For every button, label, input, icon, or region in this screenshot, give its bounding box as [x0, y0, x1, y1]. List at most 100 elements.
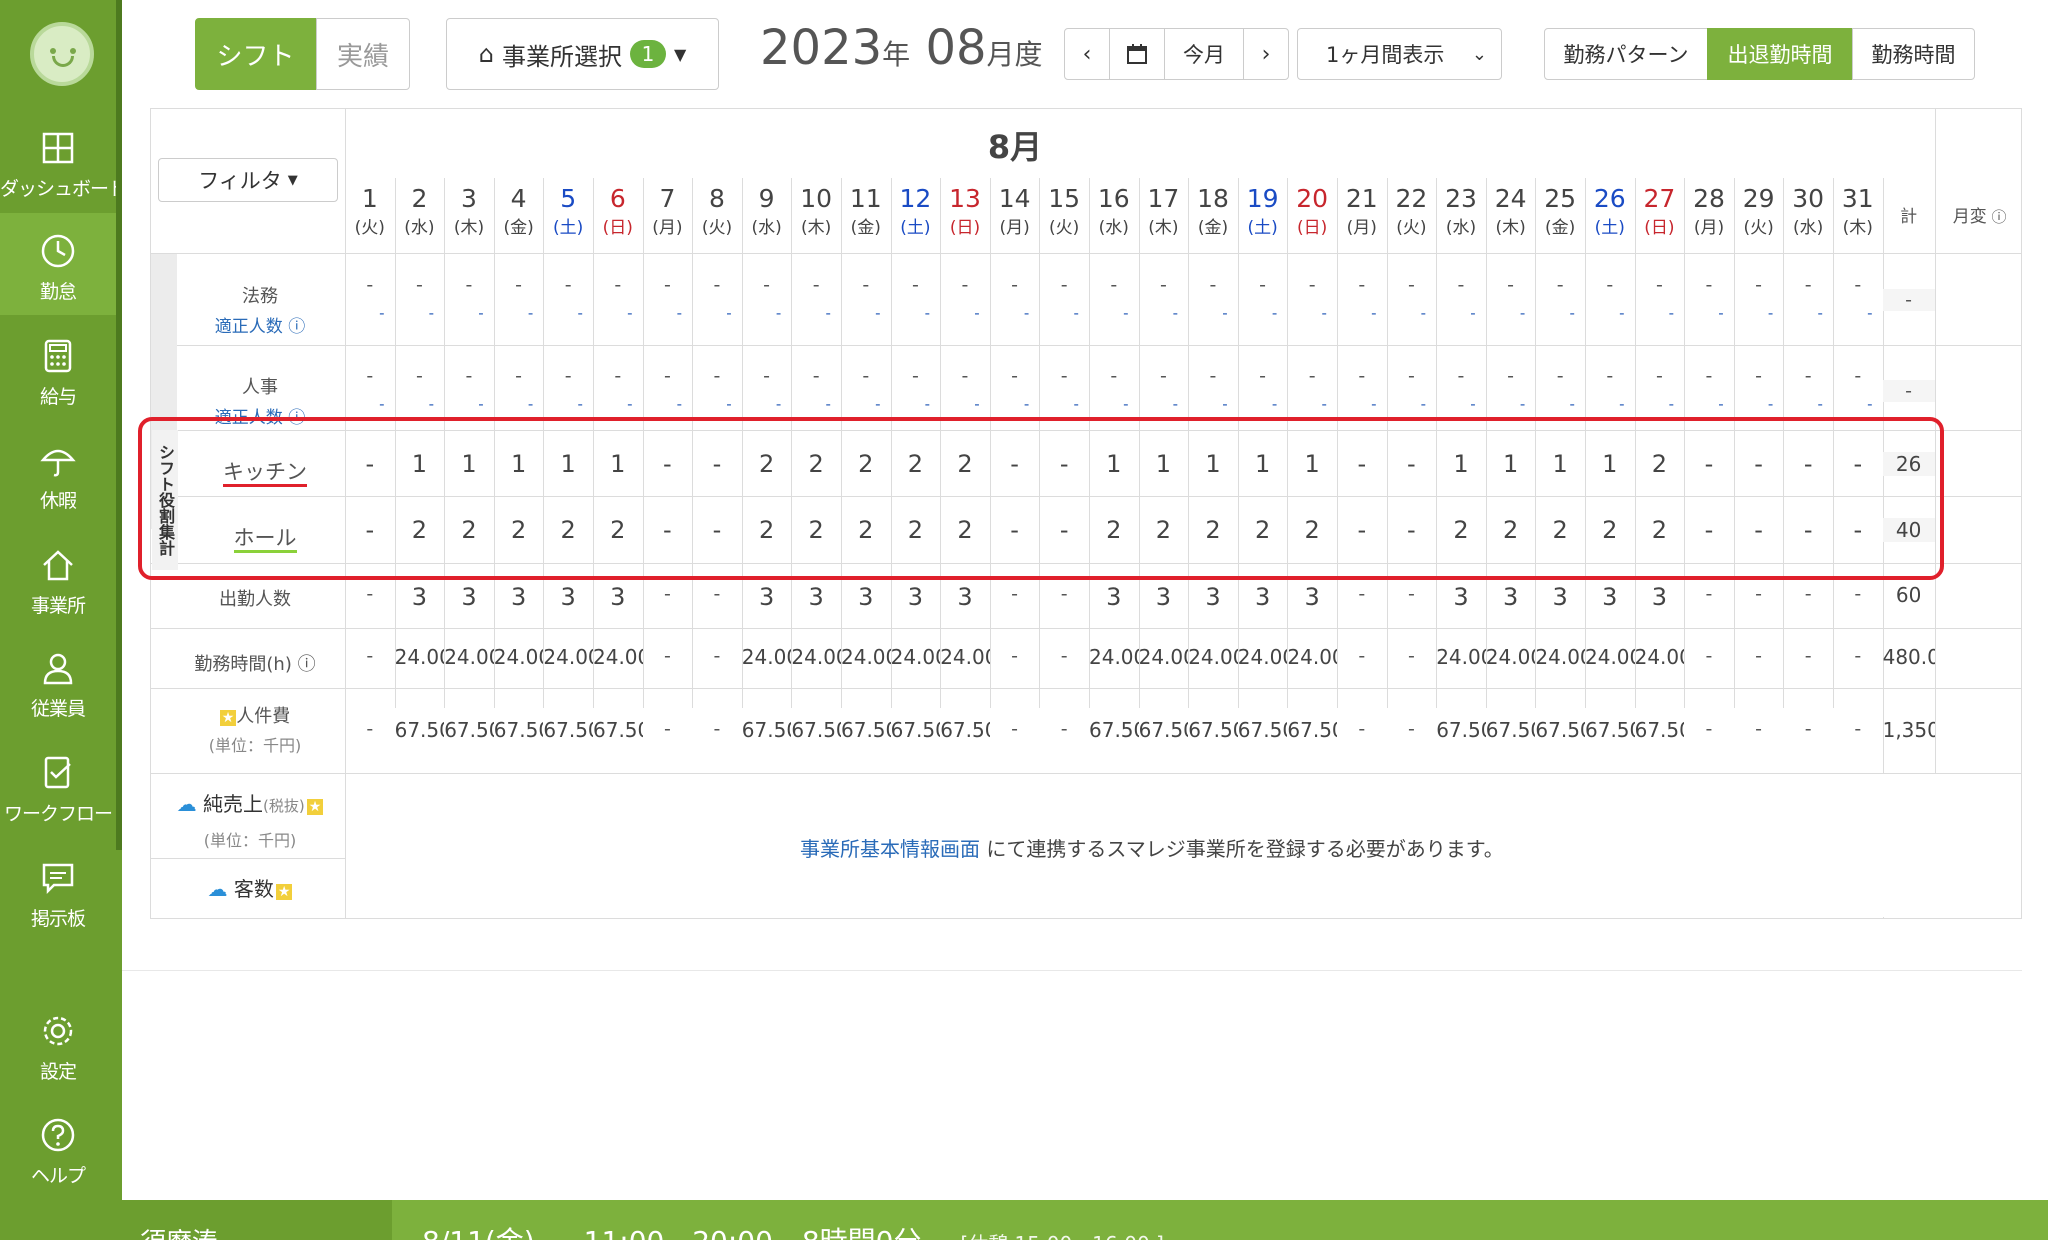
dept-cell[interactable]: -	[1783, 365, 1833, 387]
sidebar-item-checklist[interactable]: ワークフロー	[0, 735, 116, 837]
dept-cell[interactable]: -	[1833, 365, 1883, 387]
dept-cell[interactable]: -	[692, 274, 742, 296]
dept-cell[interactable]: -	[1684, 365, 1734, 387]
logo[interactable]	[30, 22, 94, 86]
sidebar-item-gear[interactable]: 設定	[0, 993, 116, 1095]
dept-cell[interactable]: -	[742, 274, 792, 296]
next-month-button[interactable]: ›	[1243, 28, 1289, 80]
dept-cell[interactable]: -	[1139, 365, 1189, 387]
dept-cell[interactable]: -	[1535, 365, 1585, 387]
dept-cell[interactable]: -	[1486, 274, 1536, 296]
summary-cell: -	[1060, 717, 1068, 740]
dept-row-label: 法務 適正人数 ⓘ	[214, 286, 306, 337]
dept-cell[interactable]: -	[395, 365, 445, 387]
dept-cell[interactable]: -	[643, 274, 693, 296]
dept-cell[interactable]: -	[891, 274, 941, 296]
dept-cell[interactable]: -	[1635, 365, 1685, 387]
sidebar-scrollbar[interactable]	[116, 0, 122, 850]
dept-cell[interactable]: -	[345, 365, 395, 387]
day-number: 2	[411, 184, 428, 213]
sidebar-item-calculator[interactable]: 給与	[0, 318, 116, 420]
dept-cell[interactable]: -	[593, 365, 643, 387]
sidebar-item-home[interactable]: 事業所	[0, 527, 116, 629]
dept-cell[interactable]: -	[841, 274, 891, 296]
work-hours-button[interactable]: 勤務時間	[1852, 28, 1975, 80]
sidebar-item-clock[interactable]: 勤怠	[0, 213, 116, 315]
dept-cell[interactable]: -	[494, 365, 544, 387]
dept-cell[interactable]: -	[990, 365, 1040, 387]
tab-shift[interactable]: シフト	[195, 18, 316, 90]
office-info-link[interactable]: 事業所基本情報画面	[800, 837, 980, 861]
dept-cell[interactable]: -	[841, 365, 891, 387]
work-pattern-button[interactable]: 勤務パターン	[1544, 28, 1708, 80]
office-select-dropdown[interactable]: ⌂ 事業所選択 1 ▼	[446, 18, 719, 90]
bottom-shift-bar[interactable]: 須磨湊 8/11(金) 11:00 - 20:00 8時間0分 [休憩 15:0…	[122, 1200, 2048, 1240]
sidebar-item-dashboard[interactable]: ダッシュボード	[0, 110, 127, 212]
dept-cell[interactable]: -	[1238, 365, 1288, 387]
dept-cell[interactable]: -	[692, 365, 742, 387]
dept-cell[interactable]: -	[1089, 274, 1139, 296]
dept-cell[interactable]: -	[543, 274, 593, 296]
dept-cell[interactable]: -	[791, 274, 841, 296]
dept-cell[interactable]: -	[1833, 274, 1883, 296]
dept-cell[interactable]: -	[1684, 274, 1734, 296]
dept-cell[interactable]: -	[1783, 274, 1833, 296]
dept-cell[interactable]: -	[1287, 365, 1337, 387]
dept-cell[interactable]: -	[1734, 274, 1784, 296]
range-select[interactable]: 1ヶ月間表示 ⌄	[1297, 28, 1502, 80]
dept-cell[interactable]: -	[543, 365, 593, 387]
dept-cell[interactable]: -	[1139, 274, 1189, 296]
dept-cell[interactable]: -	[444, 365, 494, 387]
summary-cell: -	[366, 717, 374, 740]
dept-cell[interactable]: -	[1387, 274, 1437, 296]
dept-cell[interactable]: -	[891, 365, 941, 387]
dept-cell[interactable]: -	[742, 365, 792, 387]
dept-cell[interactable]: -	[940, 365, 990, 387]
dept-cell[interactable]: -	[1585, 365, 1635, 387]
dept-cell[interactable]: -	[494, 274, 544, 296]
dept-cell[interactable]: -	[444, 274, 494, 296]
dept-cell[interactable]: -	[1188, 365, 1238, 387]
filter-button[interactable]: フィルタ ▼	[158, 158, 338, 202]
dept-cell[interactable]: -	[1585, 274, 1635, 296]
summary-cell: 24.00	[593, 645, 643, 669]
dept-cell[interactable]: -	[1337, 274, 1387, 296]
dept-cell[interactable]: -	[990, 274, 1040, 296]
dept-cell[interactable]: -	[1039, 365, 1089, 387]
prev-month-button[interactable]: ‹	[1064, 28, 1110, 80]
dept-cell[interactable]: -	[1486, 365, 1536, 387]
dept-cell[interactable]: -	[791, 365, 841, 387]
dept-cell[interactable]: -	[1436, 274, 1486, 296]
dept-cell[interactable]: -	[345, 274, 395, 296]
dept-cell[interactable]: -	[1635, 274, 1685, 296]
dept-cell[interactable]: -	[593, 274, 643, 296]
sidebar-item-chat[interactable]: 掲示板	[0, 840, 116, 942]
dept-subcell: -	[1569, 304, 1575, 322]
sidebar-item-umbrella[interactable]: 休暇	[0, 422, 116, 524]
dept-cell[interactable]: -	[395, 274, 445, 296]
dept-cell[interactable]: -	[1238, 274, 1288, 296]
dept-cell[interactable]: -	[1089, 365, 1139, 387]
dept-cell[interactable]: -	[1188, 274, 1238, 296]
tab-actual[interactable]: 実績	[316, 18, 410, 90]
dept-cell[interactable]: -	[1436, 365, 1486, 387]
calendar-button[interactable]	[1109, 28, 1165, 80]
dept-cell[interactable]: -	[643, 365, 693, 387]
summary-cell: 67.50	[890, 717, 941, 742]
dept-cell[interactable]: -	[1039, 274, 1089, 296]
summary-cell: 67.50	[1138, 717, 1189, 742]
dept-cell[interactable]: -	[1535, 274, 1585, 296]
summary-cell: -	[1804, 645, 1812, 667]
dept-cell[interactable]: -	[1734, 365, 1784, 387]
this-month-button[interactable]: 今月	[1164, 28, 1244, 80]
sidebar-item-label: 勤怠	[39, 281, 77, 303]
appropriate-staff-link[interactable]: 適正人数	[215, 317, 283, 337]
day-header: 19 (土)	[1238, 184, 1288, 238]
dept-cell[interactable]: -	[1337, 365, 1387, 387]
sidebar-item-user[interactable]: 従業員	[0, 630, 116, 732]
dept-cell[interactable]: -	[940, 274, 990, 296]
dept-cell[interactable]: -	[1387, 365, 1437, 387]
clock-in-out-button[interactable]: 出退勤時間	[1707, 28, 1853, 80]
sidebar-item-help[interactable]: ヘルプ	[0, 1097, 116, 1199]
dept-cell[interactable]: -	[1287, 274, 1337, 296]
